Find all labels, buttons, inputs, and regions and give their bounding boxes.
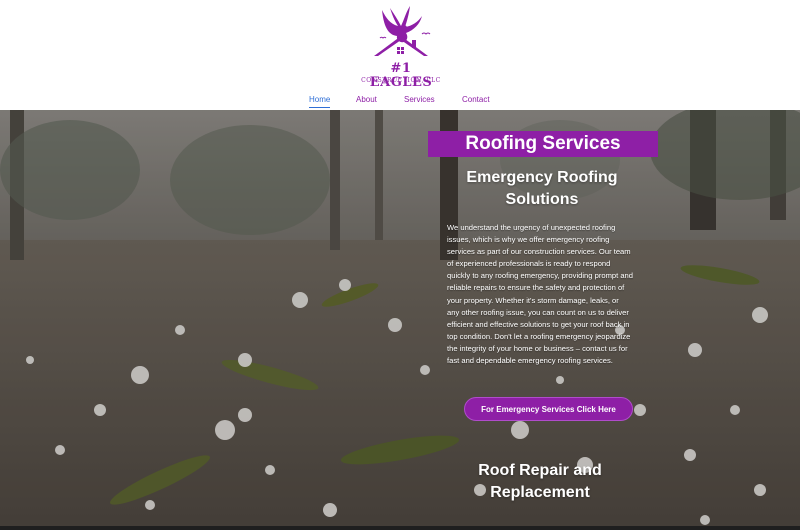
hero-section: Roofing Services Emergency Roofing Solut… — [0, 110, 800, 530]
roof-repair-heading: Roof Repair and Replacement — [478, 462, 602, 501]
logo-subtitle: CONSTRUCTION, LLC — [361, 77, 441, 84]
hail-storm-background-image — [0, 110, 800, 530]
site-header: #1 EAGLES CONSTRUCTION, LLC Home About S… — [0, 0, 800, 110]
emergency-services-button[interactable]: For Emergency Services Click Here — [464, 397, 633, 421]
nav-contact-link[interactable]: Contact — [462, 94, 490, 106]
eagle-over-roof-icon — [374, 6, 431, 56]
nav-services-link[interactable]: Services — [404, 94, 435, 106]
emergency-roofing-heading: Emergency Roofing Solutions — [466, 169, 618, 208]
bottom-edge — [0, 526, 800, 530]
main-nav: Home About Services Contact — [0, 94, 800, 108]
roofing-services-banner: Roofing Services — [428, 131, 658, 157]
company-logo[interactable]: #1 EAGLES CONSTRUCTION, LLC — [360, 4, 442, 90]
emergency-roofing-description: We understand the urgency of unexpected … — [447, 223, 634, 366]
nav-home-link[interactable]: Home — [309, 94, 331, 108]
nav-about-link[interactable]: About — [356, 94, 377, 106]
logo-title: #1 EAGLES — [369, 61, 433, 90]
